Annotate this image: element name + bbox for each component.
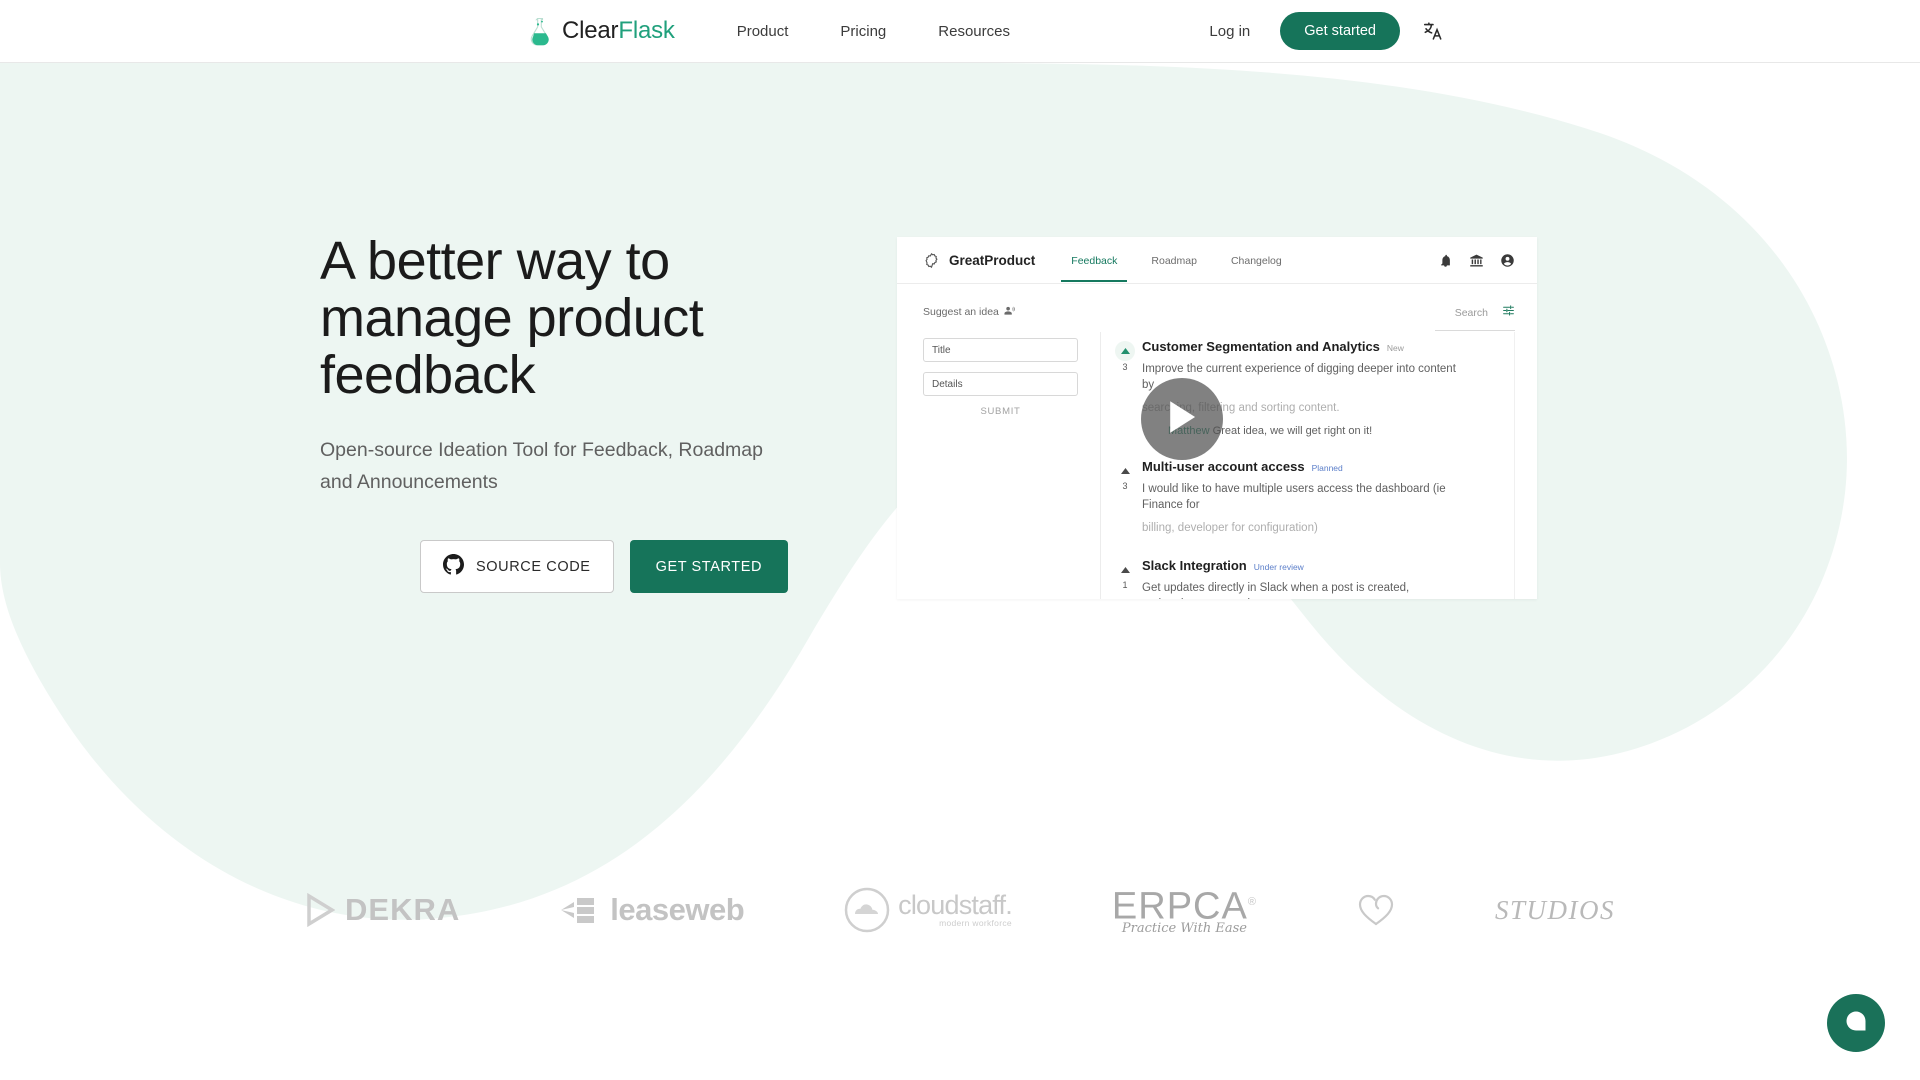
logo-dekra: DEKRA bbox=[305, 879, 460, 941]
vote-control[interactable]: 1 bbox=[1112, 558, 1138, 599]
search-input[interactable]: Search bbox=[1455, 307, 1488, 319]
logo-erpca: ERPCA® Practice With Ease bbox=[1112, 879, 1257, 941]
tab-feedback[interactable]: Feedback bbox=[1061, 241, 1128, 282]
app-product-name: GreatProduct bbox=[949, 252, 1036, 268]
suggest-label: Suggest an idea bbox=[923, 306, 999, 318]
cloudstaff-badge-icon bbox=[844, 887, 890, 933]
brand-logo[interactable]: ClearFlask bbox=[527, 16, 675, 46]
suggest-idea-form: Title Details SUBMIT bbox=[923, 338, 1078, 417]
logo-heart bbox=[1357, 879, 1395, 941]
login-link[interactable]: Log in bbox=[1195, 15, 1264, 48]
table-row[interactable]: 1 Slack Integration Under review Get upd… bbox=[1112, 558, 1507, 599]
hero-subtitle: Open-source Ideation Tool for Feedback, … bbox=[320, 439, 763, 493]
post-content: Slack Integration Under review Get updat… bbox=[1138, 558, 1507, 599]
table-row[interactable]: 3 Multi-user account access Planned I wo… bbox=[1112, 459, 1507, 536]
post-content: Multi-user account access Planned I woul… bbox=[1138, 459, 1507, 536]
search-area: Search bbox=[1455, 304, 1515, 322]
form-divider bbox=[1100, 332, 1101, 599]
vote-control[interactable]: 3 bbox=[1112, 339, 1138, 437]
search-underline bbox=[1435, 330, 1515, 331]
post-title-row: Multi-user account access Planned bbox=[1142, 459, 1507, 474]
brand-name-part1: Clear bbox=[562, 17, 619, 44]
brand-name: ClearFlask bbox=[562, 17, 675, 45]
megaphone-person-icon bbox=[1004, 305, 1015, 319]
source-code-button[interactable]: SOURCE CODE bbox=[420, 540, 614, 593]
customer-logos-strip: DEKRA leaseweb cloudstaff. modern workfo… bbox=[0, 860, 1920, 960]
reply-text: Great idea, we will get right on it! bbox=[1212, 425, 1373, 437]
nav-link-product[interactable]: Product bbox=[721, 15, 805, 48]
vote-count: 3 bbox=[1122, 362, 1128, 372]
logo-studios-text: STUDIOS bbox=[1494, 894, 1615, 925]
nav-link-pricing[interactable]: Pricing bbox=[824, 15, 902, 48]
hero-get-started-button[interactable]: GET STARTED bbox=[629, 540, 789, 593]
bank-icon[interactable] bbox=[1469, 253, 1484, 268]
post-title[interactable]: Multi-user account access bbox=[1142, 459, 1305, 474]
logo-leaseweb: leaseweb bbox=[560, 879, 745, 941]
details-input[interactable]: Details bbox=[923, 372, 1078, 396]
translate-icon[interactable] bbox=[1416, 14, 1450, 48]
leaseweb-mark-icon bbox=[561, 898, 595, 923]
logo-studios: STUDIOS bbox=[1495, 879, 1615, 941]
filter-settings-icon[interactable] bbox=[1502, 304, 1515, 322]
post-description-cont: billing, developer for configuration) bbox=[1142, 522, 1318, 534]
app-preview-body: Suggest an idea Search Title Details SUB… bbox=[897, 284, 1537, 599]
post-title-row: Customer Segmentation and Analytics New bbox=[1142, 339, 1507, 354]
registered-mark: ® bbox=[1247, 896, 1257, 909]
post-description: Get updates directly in Slack when a pos… bbox=[1142, 582, 1410, 599]
right-divider bbox=[1514, 332, 1515, 599]
logo-cloudstaff: cloudstaff. modern workforce bbox=[844, 879, 1013, 941]
account-circle-icon[interactable] bbox=[1500, 253, 1515, 268]
status-badge: Planned bbox=[1311, 463, 1343, 473]
logo-leaseweb-text: leaseweb bbox=[610, 892, 745, 927]
nav-link-resources[interactable]: Resources bbox=[922, 15, 1026, 48]
vote-control[interactable]: 3 bbox=[1112, 459, 1138, 536]
upvote-icon[interactable] bbox=[1115, 341, 1135, 361]
title-input[interactable]: Title bbox=[923, 338, 1078, 362]
play-video-button[interactable] bbox=[1141, 378, 1223, 460]
erpca-wordmark: ERPCA® bbox=[1112, 884, 1257, 926]
upvote-icon[interactable] bbox=[1112, 461, 1138, 479]
status-badge: New bbox=[1386, 343, 1404, 353]
tab-roadmap[interactable]: Roadmap bbox=[1141, 241, 1207, 282]
get-started-button[interactable]: Get started bbox=[1280, 12, 1400, 50]
play-icon bbox=[1166, 400, 1198, 439]
hero-copy: A better way to manage product feedback … bbox=[320, 233, 860, 593]
source-code-label: SOURCE CODE bbox=[476, 558, 591, 575]
cloudstaff-text-block: cloudstaff. modern workforce bbox=[898, 890, 1013, 929]
submit-button[interactable]: SUBMIT bbox=[980, 406, 1020, 417]
logo-cloudstaff-text: cloudstaff. bbox=[898, 890, 1013, 920]
top-navigation-bar: ClearFlask Product Pricing Resources Log… bbox=[0, 0, 1920, 63]
gear-outline-icon bbox=[923, 252, 940, 269]
bell-icon[interactable] bbox=[1438, 253, 1453, 268]
brand-name-part2: Flask bbox=[618, 17, 675, 44]
logo-dekra-text: DEKRA bbox=[345, 892, 461, 927]
upvote-icon[interactable] bbox=[1112, 560, 1138, 578]
page-title: A better way to manage product feedback bbox=[320, 231, 704, 405]
post-title-row: Slack Integration Under review bbox=[1142, 558, 1507, 573]
feedback-post-list: 3 Customer Segmentation and Analytics Ne… bbox=[1112, 339, 1507, 599]
logo-erpca-tagline: Practice With Ease bbox=[1121, 920, 1247, 936]
vote-count: 1 bbox=[1122, 580, 1128, 590]
dekra-triangle-icon bbox=[307, 893, 336, 927]
flask-icon bbox=[527, 16, 553, 46]
app-preview-header: GreatProduct Feedback Roadmap Changelog bbox=[897, 237, 1537, 284]
vote-count: 3 bbox=[1122, 481, 1128, 491]
github-icon bbox=[443, 554, 464, 579]
heart-icon bbox=[1358, 894, 1394, 926]
post-title[interactable]: Customer Segmentation and Analytics bbox=[1142, 339, 1380, 354]
tab-changelog[interactable]: Changelog bbox=[1221, 241, 1292, 282]
chat-bubble-icon bbox=[1844, 1009, 1868, 1038]
hero-actions: SOURCE CODE GET STARTED bbox=[320, 540, 860, 593]
chat-widget-button[interactable] bbox=[1827, 994, 1885, 1052]
status-badge: Under review bbox=[1253, 562, 1304, 572]
post-title[interactable]: Slack Integration bbox=[1142, 558, 1247, 573]
logo-cloudstaff-tagline: modern workforce bbox=[939, 918, 1012, 928]
post-description: I would like to have multiple users acce… bbox=[1142, 483, 1446, 511]
suggest-an-idea-button[interactable]: Suggest an idea bbox=[923, 305, 1015, 319]
